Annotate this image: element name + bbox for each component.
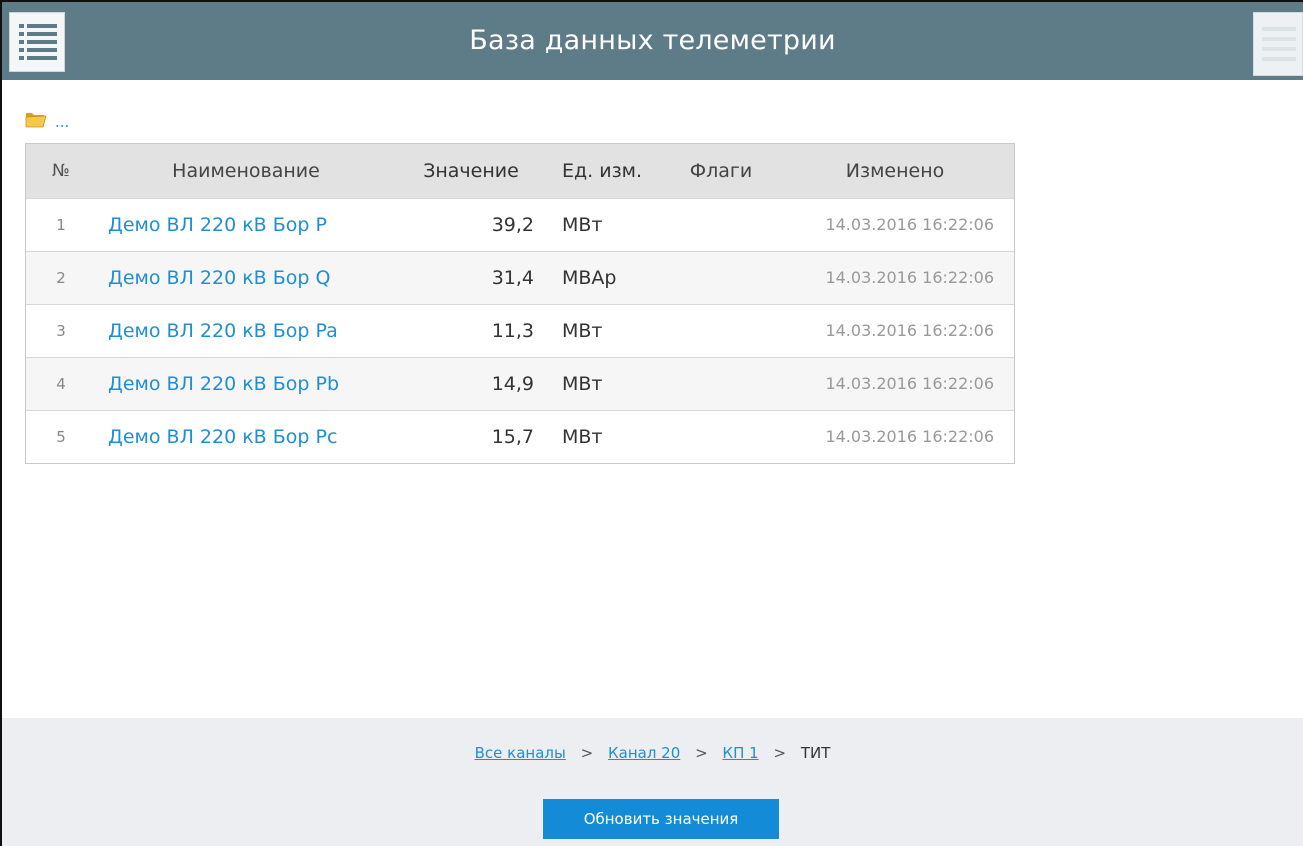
row-value: 39,2: [491, 213, 534, 236]
table-header-row: № Наименование Значение Ед. изм. Флаги И…: [26, 144, 1014, 198]
table-row: 1 Демо ВЛ 220 кВ Бор P 39,2 МВт 14.03.20…: [26, 198, 1014, 251]
table-row: 4 Демо ВЛ 220 кВ Бор Pb 14,9 МВт 14.03.2…: [26, 357, 1014, 410]
column-header-name[interactable]: Наименование: [96, 144, 396, 198]
page-title: База данных телеметрии: [469, 25, 836, 56]
row-changed: 14.03.2016 16:22:06: [825, 374, 994, 393]
column-header-unit[interactable]: Ед. изм.: [546, 144, 666, 198]
signal-name-link[interactable]: Демо ВЛ 220 кВ Бор Q: [108, 267, 330, 289]
table-row: 2 Демо ВЛ 220 кВ Бор Q 31,4 МВАр 14.03.2…: [26, 251, 1014, 304]
breadcrumb-separator: >: [773, 744, 787, 762]
row-unit: МВт: [562, 372, 603, 395]
row-flags: [666, 410, 776, 463]
row-value: 15,7: [491, 425, 534, 448]
breadcrumb-channel[interactable]: Канал 20: [608, 744, 680, 762]
row-changed: 14.03.2016 16:22:06: [825, 268, 994, 287]
row-changed: 14.03.2016 16:22:06: [825, 215, 994, 234]
row-value: 11,3: [491, 319, 534, 342]
breadcrumb-all-channels[interactable]: Все каналы: [475, 744, 566, 762]
table-row: 3 Демо ВЛ 220 кВ Бор Pa 11,3 МВт 14.03.2…: [26, 304, 1014, 357]
row-changed: 14.03.2016 16:22:06: [825, 427, 994, 447]
column-header-number[interactable]: №: [26, 144, 96, 198]
row-value: 31,4: [491, 266, 534, 289]
refresh-values-button[interactable]: Обновить значения: [543, 799, 779, 839]
signal-name-link[interactable]: Демо ВЛ 220 кВ Бор P: [108, 214, 327, 236]
hamburger-menu-icon: [1262, 27, 1296, 61]
row-number: 1: [56, 215, 66, 234]
breadcrumb: Все каналы > Канал 20 > КП 1 > ТИТ: [2, 744, 1303, 762]
signal-name-link[interactable]: Демо ВЛ 220 кВ Бор Pb: [108, 373, 339, 395]
breadcrumb-separator: >: [695, 744, 708, 762]
row-unit: МВАр: [562, 266, 617, 289]
row-flags: [666, 251, 776, 304]
breadcrumb-kp[interactable]: КП 1: [722, 744, 758, 762]
column-header-value[interactable]: Значение: [396, 144, 546, 198]
row-unit: МВт: [562, 319, 603, 342]
hamburger-menu-button[interactable]: [1253, 12, 1303, 76]
row-flags: [666, 357, 776, 410]
row-changed: 14.03.2016 16:22:06: [825, 321, 994, 340]
row-flags: [666, 304, 776, 357]
row-unit: МВт: [562, 425, 603, 448]
row-flags: [666, 198, 776, 251]
signal-name-link[interactable]: Демо ВЛ 220 кВ Бор Pa: [108, 320, 338, 342]
parent-folder-label[interactable]: ...: [55, 113, 69, 131]
column-header-flags[interactable]: Флаги: [666, 144, 776, 198]
column-header-changed[interactable]: Изменено: [776, 144, 1014, 198]
row-number: 2: [56, 268, 66, 287]
breadcrumb-separator: >: [580, 744, 594, 762]
breadcrumb-current: ТИТ: [800, 744, 831, 762]
row-value: 14,9: [491, 372, 534, 395]
folder-icon: [25, 113, 47, 128]
app-header: База данных телеметрии: [2, 2, 1303, 80]
parent-folder-link[interactable]: ...: [25, 106, 69, 132]
page-footer: Все каналы > Канал 20 > КП 1 > ТИТ Обнов…: [2, 718, 1303, 846]
row-number: 3: [56, 321, 66, 340]
signal-name-link[interactable]: Демо ВЛ 220 кВ Бор Pc: [108, 426, 337, 448]
row-number: 5: [56, 427, 66, 446]
telemetry-table: № Наименование Значение Ед. изм. Флаги И…: [25, 143, 1015, 464]
row-unit: МВт: [562, 213, 603, 236]
row-number: 4: [56, 374, 66, 393]
table-row: 5 Демо ВЛ 220 кВ Бор Pc 15,7 МВт 14.03.2…: [26, 410, 1014, 463]
